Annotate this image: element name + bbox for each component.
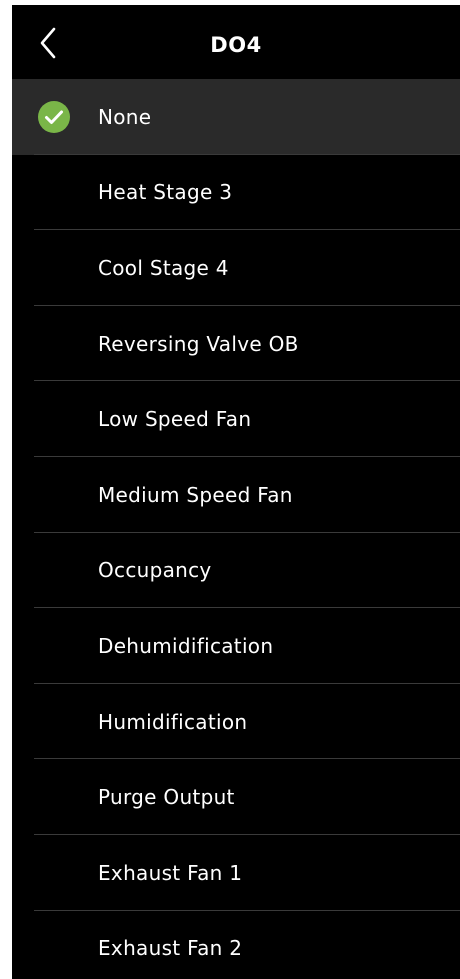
option-low-speed-fan[interactable]: Low Speed Fan <box>12 381 460 457</box>
page-title: DO4 <box>210 33 262 57</box>
option-exhaust-fan-1[interactable]: Exhaust Fan 1 <box>12 835 460 911</box>
option-label: Heat Stage 3 <box>98 180 233 205</box>
option-label: Purge Output <box>98 785 235 810</box>
option-reversing-valve-ob[interactable]: Reversing Valve OB <box>12 306 460 382</box>
option-label: Cool Stage 4 <box>98 255 229 280</box>
option-label: Medium Speed Fan <box>98 482 293 507</box>
option-heat-stage-3[interactable]: Heat Stage 3 <box>12 155 460 231</box>
option-medium-speed-fan[interactable]: Medium Speed Fan <box>12 457 460 533</box>
option-label: Dehumidification <box>98 633 274 658</box>
option-none[interactable]: None <box>12 79 460 155</box>
option-label: Reversing Valve OB <box>98 331 299 356</box>
option-humidification[interactable]: Humidification <box>12 684 460 760</box>
options-list: None Heat Stage 3 Cool Stage 4 Reversing… <box>12 79 460 979</box>
option-cool-stage-4[interactable]: Cool Stage 4 <box>12 230 460 306</box>
option-exhaust-fan-2[interactable]: Exhaust Fan 2 <box>12 911 460 979</box>
option-label: None <box>98 104 152 129</box>
option-label: Exhaust Fan 1 <box>98 860 243 885</box>
option-label: Low Speed Fan <box>98 407 252 432</box>
option-occupancy[interactable]: Occupancy <box>12 533 460 609</box>
option-purge-output[interactable]: Purge Output <box>12 759 460 835</box>
option-dehumidification[interactable]: Dehumidification <box>12 608 460 684</box>
device-screen: DO4 None Heat Stage 3 Cool Stage 4 Rever… <box>12 5 460 979</box>
option-label: Occupancy <box>98 558 212 583</box>
check-circle-icon <box>38 100 70 133</box>
option-label: Exhaust Fan 2 <box>98 936 243 961</box>
option-label: Humidification <box>98 709 248 734</box>
header: DO4 <box>12 5 460 79</box>
